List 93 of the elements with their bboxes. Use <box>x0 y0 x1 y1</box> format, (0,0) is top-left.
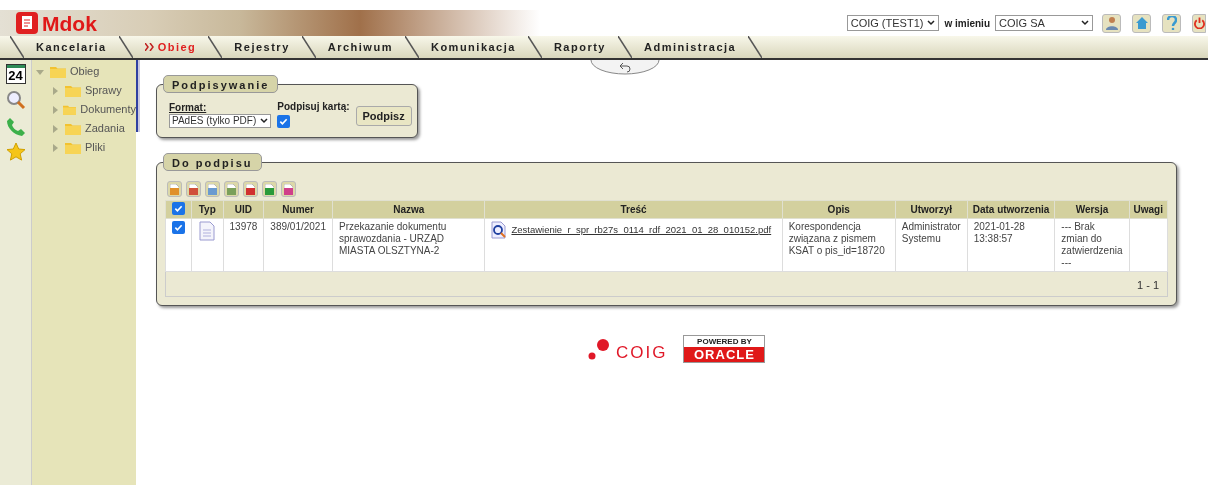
card-checkbox[interactable] <box>277 115 291 128</box>
star-icon[interactable] <box>5 142 26 162</box>
preview-icon[interactable] <box>491 221 508 239</box>
home-button[interactable] <box>1132 13 1151 33</box>
folder-icon <box>50 65 66 78</box>
chevron-down-icon <box>260 118 269 124</box>
export-button[interactable] <box>224 181 239 197</box>
tree-item[interactable]: Zadania <box>51 119 136 138</box>
oracle-badge: POWERED BY ORACLE <box>683 334 766 363</box>
table-cell: Administrator Systemu <box>895 218 968 272</box>
file-link[interactable]: Zestawienie_r_spr_rb27s_0114_rdf_2021_01_28_010152.pdf <box>511 224 772 236</box>
document-icon <box>199 221 216 241</box>
calendar-icon[interactable]: 24 <box>5 64 26 84</box>
export-button[interactable] <box>167 181 182 197</box>
folder-icon <box>65 84 81 97</box>
logout-button[interactable] <box>1192 13 1206 33</box>
folder-icon <box>65 122 81 135</box>
card-label: Podpisuj kartą: <box>277 101 350 113</box>
file-icon <box>284 183 293 195</box>
column-header: Wersja <box>1054 200 1130 219</box>
sign-button[interactable]: Podpisz <box>355 106 412 126</box>
menu-tab[interactable]: Administracja <box>631 38 749 56</box>
expanded-caret-icon[interactable] <box>36 67 46 76</box>
file-icon <box>208 183 217 195</box>
menu-tab[interactable]: Rejestry <box>222 38 302 56</box>
table-cell: 389/01/2021 <box>263 218 333 272</box>
column-header: Typ <box>191 200 224 219</box>
column-header: Numer <box>263 200 333 219</box>
tab-separator-icon <box>301 36 316 58</box>
phone-icon[interactable] <box>5 116 26 136</box>
format-select[interactable]: PAdES (tylko PDF) <box>169 114 272 128</box>
coig-logo: COIG <box>616 342 668 364</box>
folder-icon <box>63 103 77 116</box>
file-icon <box>189 183 198 195</box>
export-button[interactable] <box>205 181 220 197</box>
table-cell: --- Brak zmian do zatwierdzenia --- <box>1054 218 1130 272</box>
tree-item[interactable]: Sprawy <box>51 81 136 100</box>
column-header: Opis <box>782 200 896 219</box>
tab-separator-icon <box>118 36 133 58</box>
tab-separator-icon <box>527 36 542 58</box>
export-button[interactable] <box>262 181 277 197</box>
chevron-icon <box>144 43 154 51</box>
coig-logo-icon <box>588 337 610 360</box>
export-button[interactable] <box>186 181 201 197</box>
table-cell: 13978 <box>223 218 264 272</box>
file-icon <box>170 183 179 195</box>
search-icon[interactable] <box>5 90 26 110</box>
menu-tab[interactable]: Kancelaria <box>24 38 119 56</box>
chevron-down-icon <box>927 20 936 26</box>
tab-separator-icon <box>208 36 223 58</box>
column-header: Data utworzenia <box>967 200 1055 219</box>
menu-tab[interactable]: Archiwum <box>315 38 405 56</box>
splitter[interactable] <box>136 60 140 132</box>
tree-item[interactable]: Pliki <box>51 138 136 157</box>
column-header: Treść <box>484 200 783 219</box>
panel-title: Podpisywanie <box>163 75 279 93</box>
account-select[interactable]: COIG (TEST1) <box>846 15 940 31</box>
on-behalf-label: w imieniu <box>944 16 990 31</box>
row-checkbox[interactable] <box>172 221 185 234</box>
select-all-checkbox[interactable] <box>172 202 185 215</box>
tab-separator-icon <box>404 36 419 58</box>
user-button[interactable] <box>1102 13 1121 33</box>
file-icon <box>265 183 274 195</box>
table-cell: Przekazanie dokumentu sprawozdania - URZĄD MIASTA OLSZTYNA-2 <box>332 218 485 272</box>
tab-separator-icon <box>10 36 24 58</box>
tree-item[interactable]: Obieg <box>36 62 136 81</box>
chevron-down-icon <box>1081 20 1089 26</box>
on-behalf-select[interactable]: COIG SA <box>995 15 1093 31</box>
column-header: UID <box>223 200 264 219</box>
export-button[interactable] <box>281 181 296 197</box>
folder-icon <box>65 141 81 154</box>
pager-text: 1 - 1 <box>1137 279 1159 291</box>
collapsed-caret-icon[interactable] <box>51 105 60 114</box>
menu-tab[interactable]: Raporty <box>541 38 618 56</box>
app-logo: Mdok <box>42 12 97 34</box>
menu-tab[interactable]: Komunikacja <box>418 38 528 56</box>
panel-title: Do podpisu <box>163 153 262 171</box>
export-button[interactable] <box>243 181 258 197</box>
menu-tab[interactable]: Obieg <box>132 38 209 56</box>
table-cell: 2021-01-28 13:38:57 <box>967 218 1055 272</box>
logo-icon <box>16 12 38 34</box>
file-icon <box>246 183 255 195</box>
table-cell: Korespondencja związana z pismem KSAT o pis_id=18720 <box>782 218 896 272</box>
column-header: Uwagi <box>1129 200 1168 219</box>
column-header: Nazwa <box>332 200 485 219</box>
collapse-tab-icon[interactable] <box>590 60 660 76</box>
column-header: Utworzył <box>895 200 968 219</box>
tab-separator-icon <box>748 36 763 58</box>
tab-separator-icon <box>617 36 632 58</box>
help-button[interactable] <box>1162 13 1181 33</box>
file-icon <box>227 183 236 195</box>
format-label: Format: <box>169 102 208 114</box>
tree-item[interactable]: Dokumenty <box>51 100 136 119</box>
